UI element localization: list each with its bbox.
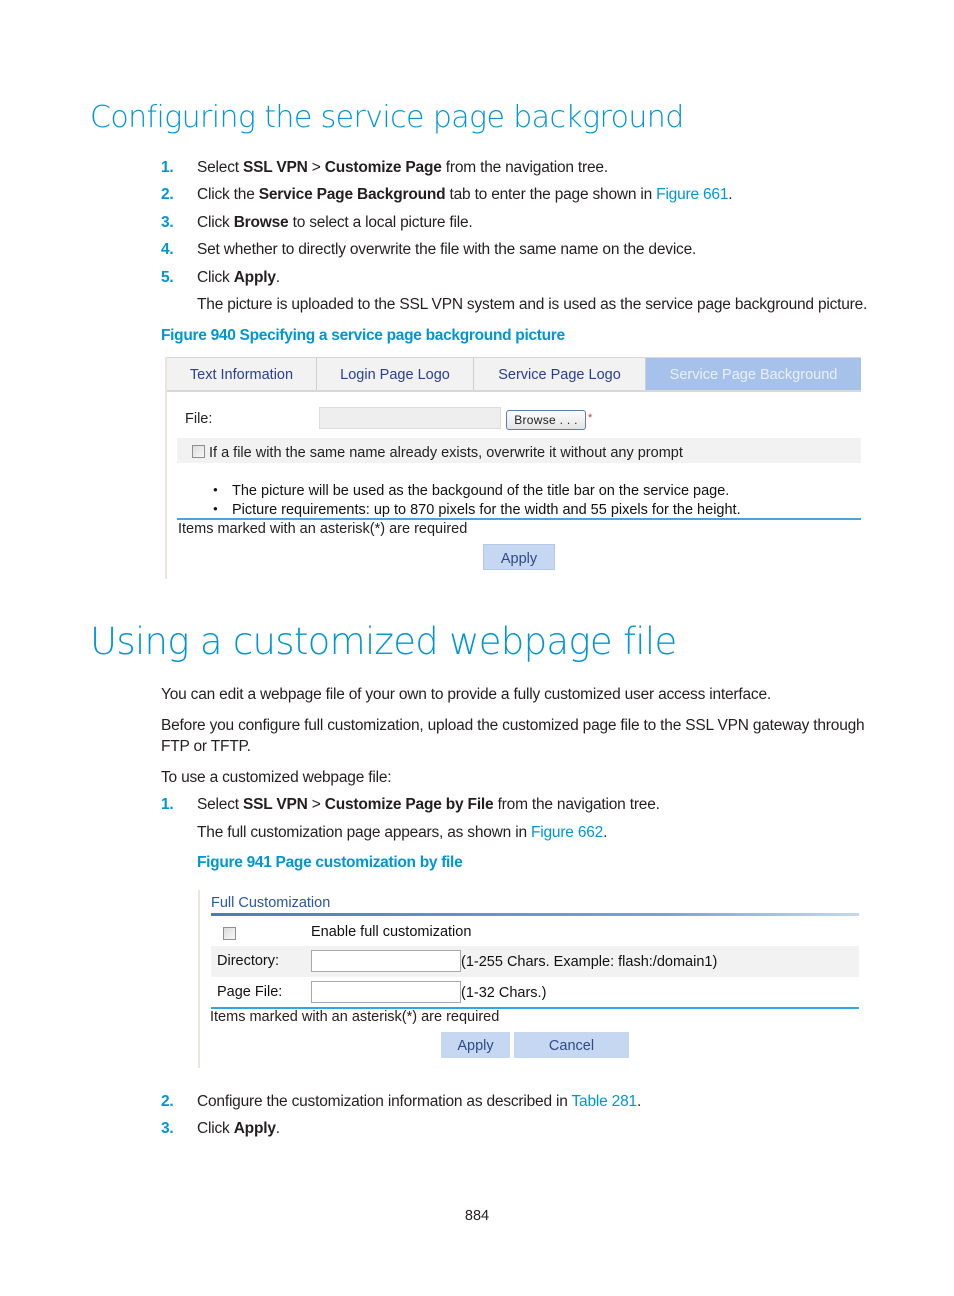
step-text: Configure the customization information … <box>197 1093 572 1110</box>
step-text: . <box>275 1120 280 1137</box>
procedure-intro: To use a customized webpage file: <box>161 769 392 786</box>
step-text: Set whether to directly overwrite the fi… <box>197 241 697 258</box>
page-file-hint: (1-32 Chars.) <box>461 985 547 1001</box>
figure-941-caption: Figure 941 Page customization by file <box>197 854 463 871</box>
file-label: File: <box>185 411 213 427</box>
directory-hint: (1-255 Chars. Example: flash:/domain1) <box>461 954 718 970</box>
panel-left-border <box>198 890 200 1068</box>
step-number: 1. <box>161 796 174 813</box>
step-text: Click <box>197 269 234 286</box>
step-number: 2. <box>161 1093 174 1110</box>
step-text: from the navigation tree. <box>441 159 608 176</box>
menu-ssl-vpn: SSL VPN <box>243 159 308 176</box>
step-text: . <box>728 186 733 203</box>
apply-button[interactable]: Apply <box>441 1032 510 1058</box>
enable-full-customization-checkbox[interactable] <box>223 927 236 940</box>
section-heading-customized-webpage-file: Using a customized webpage file <box>90 620 677 663</box>
tab-name-bold: Service Page Background <box>258 186 446 203</box>
step-3-apply: 3. Click Apply. <box>161 1120 881 1140</box>
figure-940-caption: Figure 940 Specifying a service page bac… <box>161 327 565 344</box>
step-text: . <box>636 1093 642 1110</box>
step-number: 3. <box>161 1120 174 1137</box>
file-input[interactable] <box>319 407 501 429</box>
figure-662-link[interactable]: Figure 662 <box>531 824 603 841</box>
paragraph-intro: You can edit a webpage file of your own … <box>161 686 771 703</box>
menu-ssl-vpn: SSL VPN <box>243 796 308 813</box>
step-text: Select <box>197 159 243 176</box>
required-note: Items marked with an asterisk(*) are req… <box>210 1009 500 1025</box>
cancel-button[interactable]: Cancel <box>514 1032 629 1058</box>
step-text: > <box>307 159 325 176</box>
menu-customize-page-by-file: Customize Page by File <box>324 796 494 813</box>
enable-full-customization-label: Enable full customization <box>311 924 472 940</box>
step-2: 2. Click the Service Page Background tab… <box>161 186 881 206</box>
notes-list: The picture will be used as the backgoun… <box>213 481 741 519</box>
figure-940-panel: Text Information Login Page Logo Service… <box>165 357 861 579</box>
figure-941-panel: Full Customization Enable full customiza… <box>198 890 860 1068</box>
required-asterisk: * <box>588 412 593 424</box>
tab-service-page-background[interactable]: Service Page Background <box>646 358 861 390</box>
step-text: Click <box>197 1120 234 1137</box>
step-number: 2. <box>161 186 174 203</box>
tab-login-page-logo[interactable]: Login Page Logo <box>317 358 474 390</box>
page-file-label: Page File: <box>217 984 283 1000</box>
note-item: The picture will be used as the backgoun… <box>213 481 741 500</box>
overwrite-checkbox[interactable] <box>192 445 205 458</box>
page-file-input[interactable] <box>311 981 461 1003</box>
page-number: 884 <box>464 1208 490 1224</box>
menu-customize-page: Customize Page <box>324 159 442 176</box>
browse-button[interactable]: Browse . . . <box>506 410 586 430</box>
apply-button[interactable]: Apply <box>483 544 555 570</box>
step-number: 3. <box>161 214 174 231</box>
divider-line <box>177 518 861 520</box>
step-5-note: The picture is uploaded to the SSL VPN s… <box>197 296 868 313</box>
table-281-link[interactable]: Table 281 <box>572 1093 638 1110</box>
step-number: 1. <box>161 159 174 176</box>
step-1-note: The full customization page appears, as … <box>197 824 607 842</box>
step-text: > <box>307 796 325 813</box>
step-5: 5. Click Apply. <box>161 269 881 289</box>
step-text: . <box>275 269 280 286</box>
note-item: Picture requirements: up to 870 pixels f… <box>213 500 741 519</box>
full-customization-title: Full Customization <box>211 895 331 911</box>
step-text: Click <box>197 214 234 231</box>
step-1-by-file: 1. Select SSL VPN > Customize Page by Fi… <box>161 796 881 816</box>
apply-bold: Apply <box>233 269 276 286</box>
step-3: 3. Click Browse to select a local pictur… <box>161 214 881 234</box>
step-1: 1. Select SSL VPN > Customize Page from … <box>161 159 881 179</box>
note-text: The full customization page appears, as … <box>197 824 531 841</box>
title-underline <box>211 913 859 916</box>
required-note: Items marked with an asterisk(*) are req… <box>178 521 468 537</box>
tab-bar: Text Information Login Page Logo Service… <box>167 357 861 392</box>
step-text: to select a local picture file. <box>288 214 473 231</box>
step-text: Click the <box>197 186 259 203</box>
tab-text-information[interactable]: Text Information <box>167 358 317 390</box>
step-number: 4. <box>161 241 174 258</box>
tab-service-page-logo[interactable]: Service Page Logo <box>474 358 646 390</box>
paragraph-before-configure-line1: Before you configure full customization,… <box>161 717 865 734</box>
note-text: . <box>603 824 608 841</box>
directory-label: Directory: <box>217 953 280 969</box>
paragraph-before-configure-line2: FTP or TFTP. <box>161 738 251 755</box>
overwrite-label: If a file with the same name already exi… <box>209 445 683 461</box>
step-text: from the navigation tree. <box>493 796 660 813</box>
step-number: 5. <box>161 269 174 286</box>
browse-bold: Browse <box>233 214 289 231</box>
figure-661-link[interactable]: Figure 661 <box>656 186 728 203</box>
step-2-configure: 2. Configure the customization informati… <box>161 1093 881 1113</box>
step-text: tab to enter the page shown in <box>445 186 657 203</box>
section-heading-service-page-background: Configuring the service page background <box>90 100 684 135</box>
apply-bold: Apply <box>233 1120 276 1137</box>
directory-input[interactable] <box>311 950 461 972</box>
step-4: 4. Set whether to directly overwrite the… <box>161 241 881 261</box>
step-text: Select <box>197 796 243 813</box>
